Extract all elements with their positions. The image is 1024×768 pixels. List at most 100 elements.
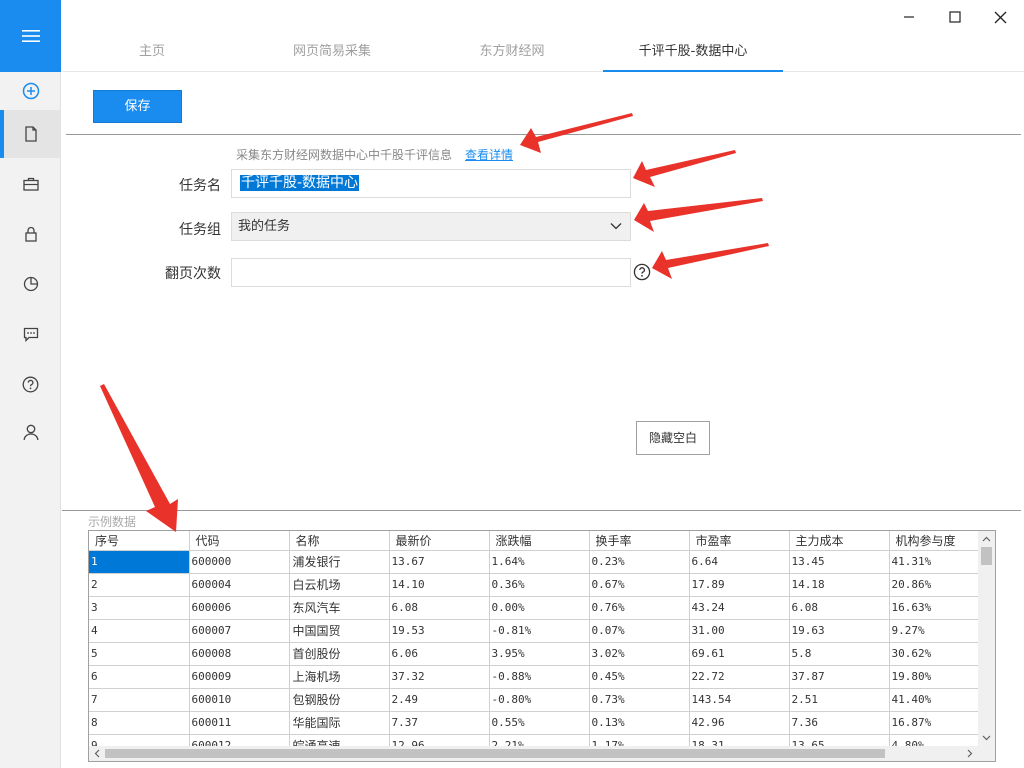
table-cell[interactable]: 0.55% <box>489 711 590 735</box>
vertical-scroll-thumb[interactable] <box>981 547 992 565</box>
table-row[interactable]: 4 600007 中国国贸 19.53 -0.81% 0.07% 31.00 19.63 9.2… <box>89 619 990 643</box>
sidebar-item-account[interactable] <box>0 408 61 456</box>
table-cell[interactable]: 19.53 <box>389 619 490 643</box>
table-cell[interactable]: 600009 <box>189 665 290 689</box>
menu-button[interactable] <box>0 0 61 72</box>
help-icon[interactable] <box>633 263 651 281</box>
table-cell[interactable]: 600007 <box>189 619 290 643</box>
table-row[interactable]: 2 600004 白云机场 14.10 0.36% 0.67% 17.89 14.18 20.8… <box>89 573 990 597</box>
table-cell[interactable]: 5 <box>89 642 190 666</box>
column-header[interactable]: 最新价 <box>389 531 490 551</box>
tab-home[interactable]: 主页 <box>62 34 242 72</box>
table-cell[interactable]: 6.08 <box>389 596 490 620</box>
table-cell[interactable]: 0.13% <box>589 711 690 735</box>
add-task-button[interactable] <box>0 72 61 110</box>
table-row[interactable]: 5 600008 首创股份 6.06 3.95% 3.02% 69.61 5.8 30.62% <box>89 642 990 666</box>
page-count-input[interactable] <box>231 258 631 287</box>
table-cell[interactable]: 600008 <box>189 642 290 666</box>
view-details-link[interactable]: 查看详情 <box>465 146 513 163</box>
tab-data-center[interactable]: 千评千股-数据中心 <box>603 34 783 72</box>
maximize-button[interactable] <box>932 0 978 34</box>
table-cell[interactable]: 3.02% <box>589 642 690 666</box>
table-cell[interactable]: 42.96 <box>689 711 790 735</box>
table-cell[interactable]: 14.10 <box>389 573 490 597</box>
sidebar-item-statistics[interactable] <box>0 260 61 308</box>
table-cell[interactable]: 包钢股份 <box>289 688 390 712</box>
table-cell[interactable]: 6.64 <box>689 550 790 574</box>
table-cell[interactable]: 华能国际 <box>289 711 390 735</box>
horizontal-scrollbar[interactable] <box>89 746 995 761</box>
sidebar-item-tasks[interactable] <box>0 160 61 208</box>
table-cell[interactable]: 3.95% <box>489 642 590 666</box>
table-cell[interactable]: 600004 <box>189 573 290 597</box>
sidebar-item-documents[interactable] <box>0 110 61 158</box>
table-cell[interactable]: 19.80% <box>889 665 990 689</box>
column-header[interactable]: 名称 <box>289 531 390 551</box>
table-cell[interactable]: 4 <box>89 619 190 643</box>
table-cell[interactable]: 41.31% <box>889 550 990 574</box>
column-header[interactable]: 主力成本 <box>789 531 890 551</box>
table-cell[interactable]: 13.67 <box>389 550 490 574</box>
column-header[interactable]: 市盈率 <box>689 531 790 551</box>
table-cell[interactable]: 1 <box>89 550 190 574</box>
table-cell[interactable]: 600010 <box>189 688 290 712</box>
table-cell[interactable]: 6 <box>89 665 190 689</box>
table-cell[interactable]: 600000 <box>189 550 290 574</box>
tab-eastmoney[interactable]: 东方财经网 <box>422 34 602 72</box>
table-cell[interactable]: 6.06 <box>389 642 490 666</box>
table-cell[interactable]: 31.00 <box>689 619 790 643</box>
table-cell[interactable]: 13.45 <box>789 550 890 574</box>
table-cell[interactable]: 0.73% <box>589 688 690 712</box>
table-cell[interactable]: 7 <box>89 688 190 712</box>
table-cell[interactable]: 0.67% <box>589 573 690 597</box>
table-cell[interactable]: 2 <box>89 573 190 597</box>
table-cell[interactable]: 0.23% <box>589 550 690 574</box>
sidebar-item-messages[interactable] <box>0 310 61 358</box>
table-cell[interactable]: 5.8 <box>789 642 890 666</box>
column-header[interactable]: 代码 <box>189 531 290 551</box>
table-cell[interactable]: 22.72 <box>689 665 790 689</box>
table-cell[interactable]: 0.76% <box>589 596 690 620</box>
table-row[interactable]: 6 600009 上海机场 37.32 -0.88% 0.45% 22.72 37.87 19.… <box>89 665 990 689</box>
table-cell[interactable]: 上海机场 <box>289 665 390 689</box>
table-cell[interactable]: 600011 <box>189 711 290 735</box>
task-group-select[interactable]: 我的任务 <box>231 212 631 241</box>
table-cell[interactable]: 8 <box>89 711 190 735</box>
table-cell[interactable]: 20.86% <box>889 573 990 597</box>
table-cell[interactable]: 0.45% <box>589 665 690 689</box>
table-cell[interactable]: 41.40% <box>889 688 990 712</box>
minimize-button[interactable] <box>886 0 932 34</box>
table-cell[interactable]: 7.36 <box>789 711 890 735</box>
table-cell[interactable]: 0.07% <box>589 619 690 643</box>
table-cell[interactable]: 69.61 <box>689 642 790 666</box>
table-cell[interactable]: -0.81% <box>489 619 590 643</box>
task-name-input[interactable]: 千评千股-数据中心 <box>231 169 631 198</box>
close-button[interactable] <box>977 0 1023 34</box>
table-cell[interactable]: 1.64% <box>489 550 590 574</box>
table-cell[interactable]: 白云机场 <box>289 573 390 597</box>
table-row[interactable]: 8 600011 华能国际 7.37 0.55% 0.13% 42.96 7.36 16.87% <box>89 711 990 735</box>
table-cell[interactable]: 7.37 <box>389 711 490 735</box>
table-cell[interactable]: 17.89 <box>689 573 790 597</box>
table-cell[interactable]: -0.80% <box>489 688 590 712</box>
table-cell[interactable]: 东风汽车 <box>289 596 390 620</box>
sidebar-item-help[interactable] <box>0 360 61 408</box>
table-cell[interactable]: 9.27% <box>889 619 990 643</box>
table-cell[interactable]: 43.24 <box>689 596 790 620</box>
table-cell[interactable]: 37.32 <box>389 665 490 689</box>
table-cell[interactable]: -0.88% <box>489 665 590 689</box>
table-cell[interactable]: 16.63% <box>889 596 990 620</box>
column-header[interactable]: 机构参与度 <box>889 531 990 551</box>
table-row[interactable]: 3 600006 东风汽车 6.08 0.00% 0.76% 43.24 6.08 16.63% <box>89 596 990 620</box>
table-cell[interactable]: 30.62% <box>889 642 990 666</box>
tab-simple-web-collect[interactable]: 网页简易采集 <box>242 34 422 72</box>
horizontal-scroll-thumb[interactable] <box>105 749 885 758</box>
table-row[interactable]: 7 600010 包钢股份 2.49 -0.80% 0.73% 143.54 2.51 41.4… <box>89 688 990 712</box>
table-cell[interactable]: 14.18 <box>789 573 890 597</box>
table-cell[interactable]: 0.36% <box>489 573 590 597</box>
hide-blank-button[interactable]: 隐藏空白 <box>636 421 710 455</box>
vertical-scrollbar[interactable] <box>978 531 995 746</box>
table-cell[interactable]: 19.63 <box>789 619 890 643</box>
sidebar-item-security[interactable] <box>0 210 61 258</box>
table-cell[interactable]: 37.87 <box>789 665 890 689</box>
